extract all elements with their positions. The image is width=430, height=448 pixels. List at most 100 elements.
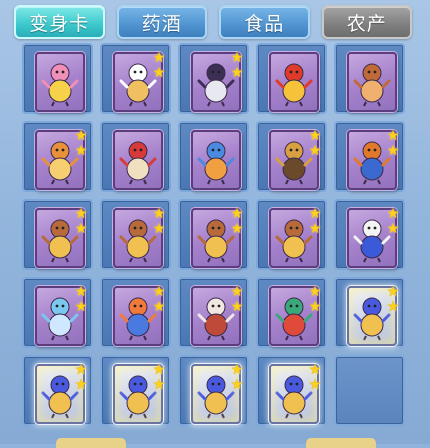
character-portrait-icon [41,63,79,107]
star-icon: ★ [230,299,244,315]
star-rating: ★ ★ [308,207,322,236]
star-icon: ★ [230,221,244,237]
star-rating: ★ ★ [308,285,322,314]
item-slot[interactable]: ★ ★ [100,199,171,270]
star-rating: ★ ★ [386,285,400,314]
star-icon: ★ [308,377,322,393]
star-icon: ★ [308,206,322,222]
bottom-button-edge-right[interactable] [306,438,376,448]
star-rating: ★ ★ [230,207,244,236]
star-rating: ★ ★ [386,129,400,158]
star-icon: ★ [74,143,88,159]
item-slot[interactable]: ★ ★ [100,277,171,348]
item-slot[interactable]: ★ ★ [334,277,405,348]
star-rating: ★ ★ [74,285,88,314]
transform-card-red-dragon-lion [269,52,319,112]
star-icon: ★ [308,128,322,144]
item-slot[interactable]: ★ ★ [22,121,93,192]
star-rating: ★ ★ [308,129,322,158]
star-icon: ★ [152,299,166,315]
star-icon: ★ [230,50,244,66]
star-icon: ★ [152,221,166,237]
item-slot[interactable]: ★ ★ [22,199,93,270]
star-icon: ★ [230,284,244,300]
transform-card-red-monkey-warrior [113,130,163,190]
star-icon: ★ [74,128,88,144]
item-slot[interactable]: ★ ★ [22,355,93,426]
star-icon: ★ [386,221,400,237]
star-icon: ★ [74,299,88,315]
star-rating: ★ ★ [74,207,88,236]
transform-card-blue-bird-spirit [191,130,241,190]
star-icon: ★ [152,377,166,393]
star-icon: ★ [152,65,166,81]
star-icon: ★ [74,206,88,222]
item-slot[interactable]: ★ ★ [178,355,249,426]
item-slot[interactable]: ★ ★ [100,355,171,426]
tab-medicine-wine[interactable]: 药酒 [116,5,207,39]
item-slot[interactable]: ★ ★ [178,43,249,114]
star-icon: ★ [74,221,88,237]
star-icon: ★ [386,128,400,144]
item-slot[interactable]: ★ ★ [256,199,327,270]
item-slot[interactable]: ★ ★ [22,277,93,348]
star-icon: ★ [152,206,166,222]
item-slot[interactable] [100,121,171,192]
star-icon: ★ [74,377,88,393]
item-slot[interactable] [256,43,327,114]
star-rating: ★ ★ [230,363,244,392]
item-slot[interactable]: ★ ★ [256,277,327,348]
item-slot[interactable]: ★ ★ [178,277,249,348]
star-rating: ★ ★ [152,51,166,80]
item-slot[interactable]: ★ ★ [334,121,405,192]
character-portrait-icon [353,63,391,107]
inventory-panel: 变身卡 药酒 食品 农产 ★ ★ ★ ★ ★ ★ ★ ★ ★ ★ ★ ★ ★ ★ ★ ★ ★ ★ ★ ★ ★ ★ ★ ★ ★ ★ ★… [0,0,430,448]
star-rating: ★ ★ [230,51,244,80]
tab-transform-card[interactable]: 变身卡 [14,5,105,39]
bottom-button-edge-left[interactable] [56,438,126,448]
star-icon: ★ [308,362,322,378]
item-slot[interactable]: ★ ★ [100,43,171,114]
transform-card-pink-mask-creature [35,52,85,112]
star-icon: ★ [74,362,88,378]
bottom-buttons-edge [56,438,376,448]
item-slot[interactable]: ★ ★ [334,199,405,270]
transform-card-brown-puppy [347,52,397,112]
star-icon: ★ [386,284,400,300]
star-icon: ★ [152,50,166,66]
tab-food[interactable]: 食品 [219,5,310,39]
star-icon: ★ [230,206,244,222]
star-icon: ★ [74,284,88,300]
character-portrait-icon [197,141,235,185]
item-slot[interactable] [22,43,93,114]
star-icon: ★ [308,143,322,159]
empty-slot[interactable] [334,355,405,426]
star-rating: ★ ★ [74,129,88,158]
item-slot[interactable] [334,43,405,114]
star-rating: ★ ★ [230,285,244,314]
star-icon: ★ [230,65,244,81]
star-icon: ★ [230,362,244,378]
character-portrait-icon [275,63,313,107]
star-icon: ★ [386,143,400,159]
star-icon: ★ [152,362,166,378]
item-slot[interactable]: ★ ★ [256,121,327,192]
character-portrait-icon [119,141,157,185]
star-icon: ★ [308,299,322,315]
item-grid: ★ ★ ★ ★ ★ ★ ★ ★ ★ ★ ★ ★ ★ ★ ★ ★ ★ ★ ★ ★ ★ ★ ★ ★ ★ ★ ★ ★ ★ ★ ★ ★ ★ ★ ★ ★ ★ ★ [22,43,407,426]
category-tabs: 变身卡 药酒 食品 农产 [14,5,412,39]
star-icon: ★ [230,377,244,393]
star-rating: ★ ★ [386,207,400,236]
star-rating: ★ ★ [152,363,166,392]
star-icon: ★ [308,284,322,300]
star-rating: ★ ★ [152,285,166,314]
star-icon: ★ [152,284,166,300]
item-slot[interactable]: ★ ★ [256,355,327,426]
star-rating: ★ ★ [74,363,88,392]
item-slot[interactable]: ★ ★ [178,199,249,270]
tab-farm-produce[interactable]: 农产 [321,5,412,39]
item-slot[interactable] [178,121,249,192]
star-icon: ★ [308,221,322,237]
star-rating: ★ ★ [308,363,322,392]
star-icon: ★ [386,299,400,315]
